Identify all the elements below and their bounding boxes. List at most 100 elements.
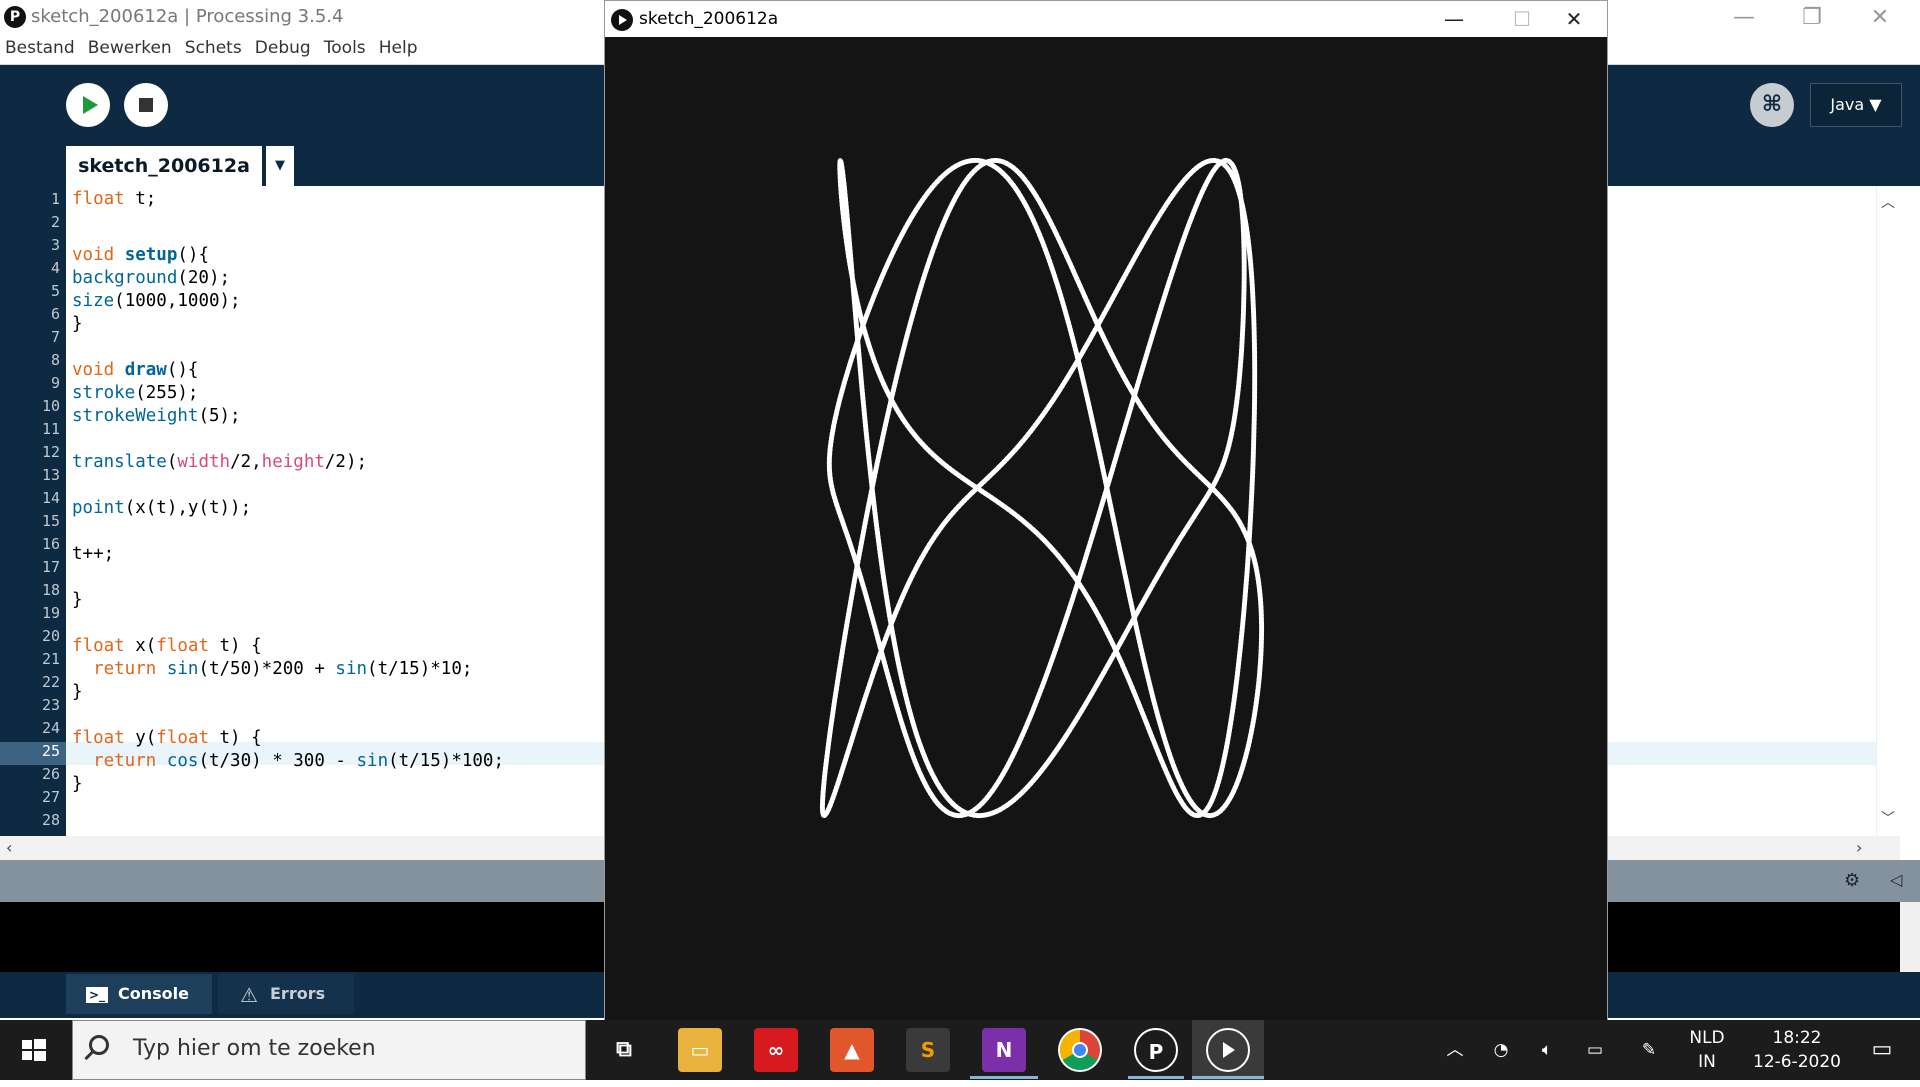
menu-tools[interactable]: Tools	[319, 36, 366, 58]
sketch-run-icon	[611, 9, 633, 31]
onenote-active-indicator	[970, 1076, 1038, 1079]
sketch-taskbar-icon	[1206, 1028, 1250, 1072]
code-line-1[interactable]: float t;	[72, 189, 156, 209]
line-number: 26	[41, 765, 60, 783]
debugger-button[interactable]: ⌘	[1750, 83, 1794, 127]
sketch-taskbar-button[interactable]	[1192, 1020, 1264, 1080]
search-icon	[89, 1035, 109, 1055]
code-line-24[interactable]: float y(float t) {	[72, 728, 262, 748]
language-top: NLD	[1689, 1028, 1725, 1048]
scroll-up-icon[interactable]: ︿	[1881, 192, 1895, 212]
tab-menu-button[interactable]: ▼	[266, 146, 294, 186]
code-line-6[interactable]: }	[72, 314, 83, 334]
scroll-down-icon[interactable]: ﹀	[1881, 808, 1895, 828]
window-title: sketch_200612a | Processing 3.5.4	[31, 6, 344, 27]
inkscape-app-icon[interactable]: ▲	[830, 1028, 874, 1072]
tab-errors[interactable]: ⚠ Errors	[218, 974, 354, 1014]
play-icon	[83, 96, 98, 114]
line-number: 5	[50, 282, 60, 300]
network-icon[interactable]: ◔	[1486, 1020, 1516, 1080]
line-number: 24	[41, 719, 60, 737]
code-line-3[interactable]: void setup(){	[72, 245, 209, 265]
code-line-25[interactable]: return cos(t/30) * 300 - sin(t/15)*100;	[72, 751, 504, 771]
line-number: 9	[50, 374, 60, 392]
sublime-text-icon[interactable]: S	[906, 1028, 950, 1072]
chrome-logo	[1060, 1030, 1100, 1070]
code-line-8[interactable]: void draw(){	[72, 360, 198, 380]
line-number: 16	[41, 535, 60, 553]
tab-console[interactable]: >_ Console	[66, 974, 212, 1014]
task-view-icon[interactable]: ⧉	[602, 1028, 646, 1072]
sketch-window[interactable]: sketch_200612a — ☐ ✕	[604, 0, 1608, 1022]
line-number: 23	[41, 696, 60, 714]
line-number: 13	[41, 466, 60, 484]
line-number: 17	[41, 558, 60, 576]
code-line-20[interactable]: float x(float t) {	[72, 636, 262, 656]
sketch-tab[interactable]: sketch_200612a	[66, 146, 262, 186]
line-number: 8	[50, 351, 60, 369]
battery-icon[interactable]: ▭	[1580, 1020, 1610, 1080]
sketch-window-title: sketch_200612a	[639, 9, 779, 29]
code-line-21[interactable]: return sin(t/50)*200 + sin(t/15)*10;	[72, 659, 472, 679]
warning-icon: ⚠	[240, 982, 258, 1007]
sketch-active-indicator	[1192, 1076, 1264, 1079]
line-number: 1	[50, 190, 60, 208]
show-hidden-icons-icon[interactable]: ︿	[1440, 1020, 1470, 1080]
console-icon: >_	[86, 986, 108, 1003]
line-number: 12	[41, 443, 60, 461]
search-placeholder: Typ hier om te zoeken	[133, 1036, 376, 1061]
stop-button[interactable]	[124, 83, 168, 127]
menu-bewerken[interactable]: Bewerken	[83, 36, 172, 58]
menu-help[interactable]: Help	[374, 36, 418, 58]
close-icon[interactable]: ✕	[1846, 2, 1914, 34]
mode-selector[interactable]: Java ▼	[1810, 83, 1902, 127]
processing-taskbar-icon[interactable]: P	[1134, 1028, 1178, 1072]
processing-active-indicator	[1128, 1076, 1184, 1079]
code-line-9[interactable]: stroke(255);	[72, 383, 198, 403]
scroll-left-icon[interactable]: ‹	[6, 838, 12, 857]
notification-icon[interactable]: ▭	[1862, 1020, 1902, 1080]
line-number: 10	[41, 397, 60, 415]
language-indicator[interactable]: NLD IN	[1682, 1020, 1732, 1080]
menu-schets[interactable]: Schets	[180, 36, 242, 58]
collapse-console-icon[interactable]: ◁	[1890, 870, 1902, 889]
pen-icon[interactable]: ✎	[1634, 1020, 1664, 1080]
sketch-maximize-icon[interactable]: ☐	[1499, 5, 1545, 33]
sketch-close-icon[interactable]: ✕	[1551, 5, 1597, 33]
chrome-icon[interactable]	[1058, 1028, 1102, 1072]
code-line-16[interactable]: t++;	[72, 544, 114, 564]
settings-icon[interactable]: ⚙	[1844, 870, 1860, 891]
tab-errors-label: Errors	[270, 984, 326, 1003]
taskbar-search-box[interactable]: Typ hier om te zoeken	[72, 1020, 586, 1080]
file-explorer-icon[interactable]: ▭	[678, 1028, 722, 1072]
code-line-14[interactable]: point(x(t),y(t));	[72, 498, 251, 518]
code-line-5[interactable]: size(1000,1000);	[72, 291, 241, 311]
code-line-18[interactable]: }	[72, 590, 83, 610]
sketch-minimize-icon[interactable]: —	[1431, 5, 1477, 33]
minimize-icon[interactable]: —	[1710, 2, 1778, 34]
line-number: 11	[41, 420, 60, 438]
console-scrollbar[interactable]	[1900, 902, 1920, 972]
restore-icon[interactable]: ❐	[1778, 2, 1846, 34]
scroll-right-icon[interactable]: ›	[1856, 838, 1862, 857]
start-button[interactable]	[14, 1030, 54, 1070]
onenote-icon[interactable]: N	[982, 1028, 1026, 1072]
line-number: 20	[41, 627, 60, 645]
clock[interactable]: 18:22 12-6-2020	[1742, 1020, 1852, 1080]
run-button[interactable]	[66, 83, 110, 127]
editor-vertical-scrollbar[interactable]: ︿ ﹀	[1876, 186, 1901, 836]
menu-debug[interactable]: Debug	[250, 36, 311, 58]
code-line-4[interactable]: background(20);	[72, 268, 230, 288]
code-line-12[interactable]: translate(width/2,height/2);	[72, 452, 367, 472]
code-line-26[interactable]: }	[72, 774, 83, 794]
line-number: 7	[50, 328, 60, 346]
menu-bestand[interactable]: Bestand	[0, 36, 75, 58]
stop-icon	[139, 98, 153, 112]
line-number: 3	[50, 236, 60, 254]
code-line-22[interactable]: }	[72, 682, 83, 702]
sketch-canvas	[819, 157, 1265, 819]
volume-icon[interactable]: 🔈︎	[1532, 1020, 1562, 1080]
lissajous-curve	[819, 157, 1265, 819]
creative-cloud-icon[interactable]: ∞	[754, 1028, 798, 1072]
code-line-10[interactable]: strokeWeight(5);	[72, 406, 241, 426]
